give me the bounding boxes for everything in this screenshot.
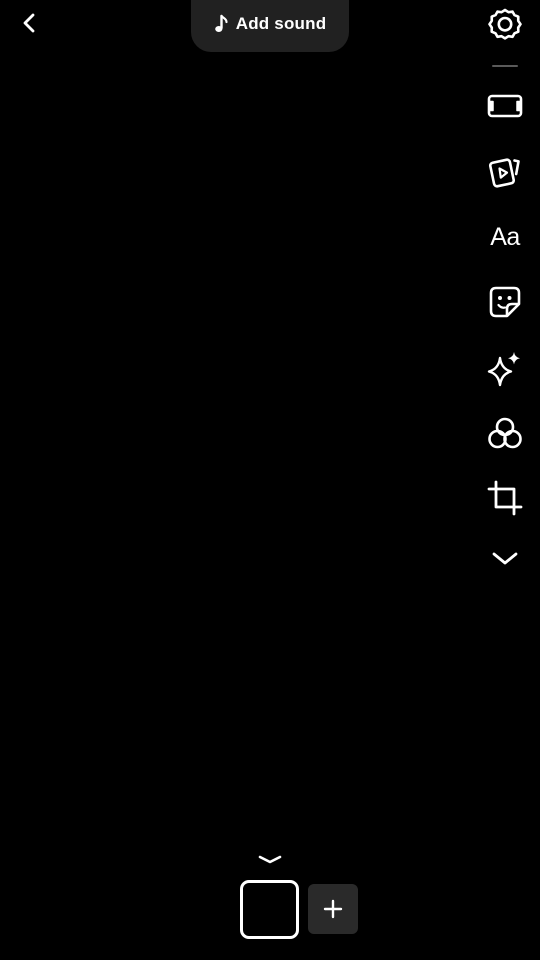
- back-button[interactable]: [14, 6, 46, 40]
- chevron-left-icon: [23, 13, 35, 33]
- music-note-icon: [214, 14, 228, 32]
- clip-thumbnail[interactable]: [240, 880, 299, 939]
- collapse-clips-button[interactable]: [256, 852, 284, 868]
- editor-toolbar: Aa: [480, 0, 530, 600]
- clips-play-icon: [488, 158, 520, 188]
- settings-gear-icon: [488, 8, 522, 40]
- add-clip-button[interactable]: [308, 884, 358, 934]
- chevron-down-icon: [258, 855, 282, 864]
- clips-button[interactable]: [484, 150, 526, 192]
- stickers-button[interactable]: [484, 281, 526, 323]
- plus-icon: [323, 899, 343, 919]
- crop-icon: [487, 480, 523, 516]
- toolbar-divider: [492, 65, 518, 67]
- sticker-icon: [489, 286, 521, 318]
- aspect-ratio-icon: [487, 94, 523, 118]
- text-aa-icon: Aa: [490, 222, 520, 251]
- add-sound-label: Add sound: [235, 14, 327, 33]
- crop-button[interactable]: [484, 477, 526, 519]
- effects-button[interactable]: [484, 347, 526, 389]
- add-sound-button[interactable]: Add sound: [191, 0, 349, 52]
- filter-circles-icon: [488, 417, 522, 449]
- more-tools-button[interactable]: [484, 537, 526, 579]
- settings-button[interactable]: [484, 4, 526, 46]
- chevron-down-icon: [492, 552, 518, 565]
- text-tool-button[interactable]: Aa: [484, 216, 526, 258]
- filters-button[interactable]: [484, 412, 526, 454]
- aspect-ratio-button[interactable]: [484, 85, 526, 127]
- sparkles-icon: [487, 352, 520, 387]
